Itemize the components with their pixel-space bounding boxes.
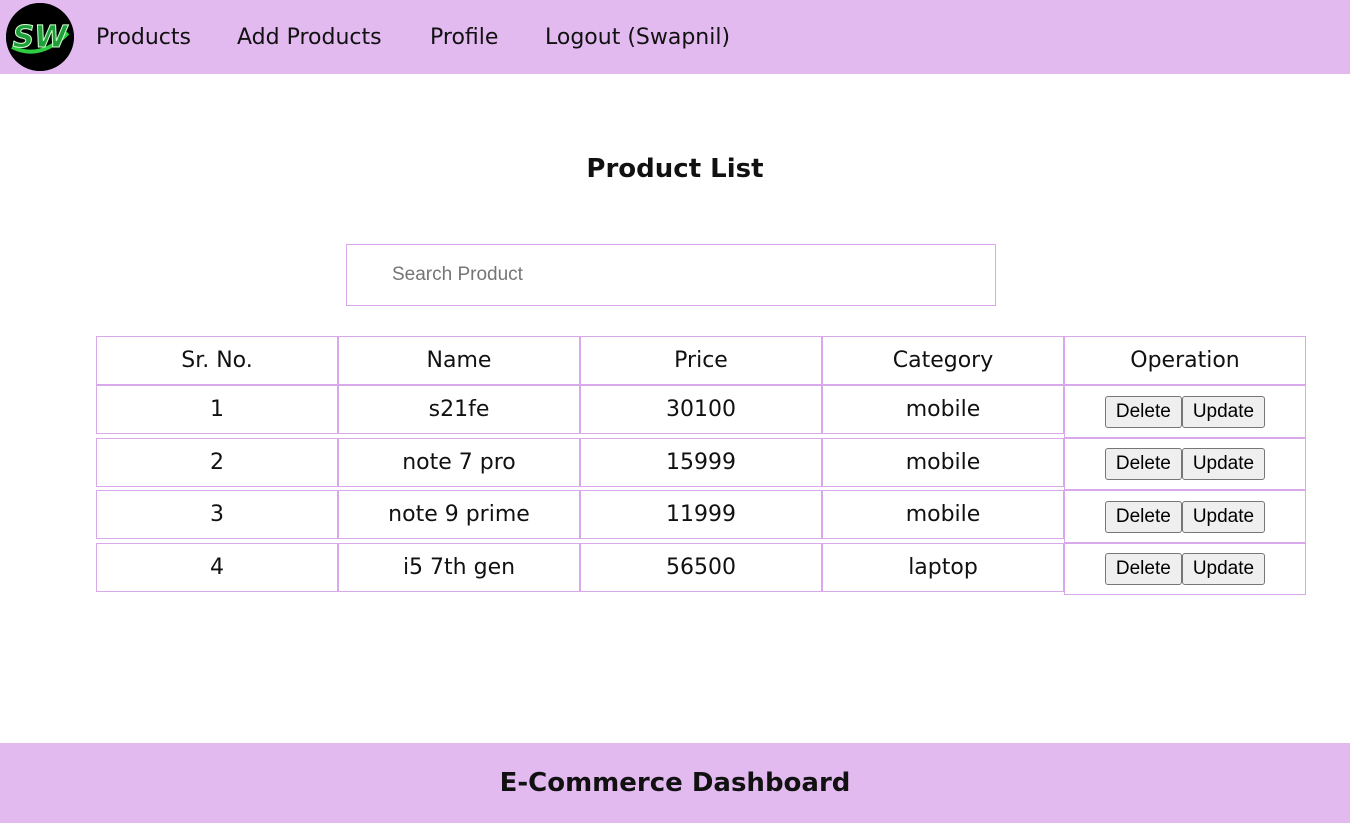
header-sr-no: Sr. No. (96, 336, 338, 385)
brand-logo-icon: SW (6, 3, 74, 71)
update-button[interactable]: Update (1181, 500, 1266, 533)
cell-sr-no: 3 (96, 490, 338, 539)
table-header-row: Sr. No. Name Price Category Operation (96, 336, 1306, 385)
cell-price: 11999 (580, 490, 822, 539)
cell-price: 30100 (580, 385, 822, 434)
cell-name: note 9 prime (338, 490, 580, 539)
cell-operation: Delete Update (1064, 438, 1306, 490)
cell-price: 56500 (580, 543, 822, 592)
page-title: Product List (586, 154, 764, 184)
cell-operation: Delete Update (1064, 490, 1306, 543)
delete-button[interactable]: Delete (1104, 395, 1182, 428)
cell-sr-no: 4 (96, 543, 338, 592)
nav-link-add-products[interactable]: Add Products (237, 22, 382, 54)
cell-category: mobile (822, 490, 1064, 539)
header-price: Price (580, 336, 822, 385)
nav-link-logout[interactable]: Logout (Swapnil) (545, 22, 730, 54)
update-button[interactable]: Update (1181, 553, 1266, 585)
cell-category: mobile (822, 438, 1064, 487)
table-row: 1 s21fe 30100 mobile Delete Update (96, 385, 1306, 438)
nav-link-profile[interactable]: Profile (430, 22, 498, 54)
cell-operation: Delete Update (1064, 385, 1306, 438)
table-row: 3 note 9 prime 11999 mobile Delete Updat… (96, 490, 1306, 543)
cell-operation: Delete Update (1064, 543, 1306, 595)
search-input[interactable] (346, 244, 996, 306)
nav-link-products[interactable]: Products (96, 22, 191, 54)
brand-logo[interactable]: SW (6, 3, 74, 71)
update-button[interactable]: Update (1181, 395, 1266, 428)
svg-text:SW: SW (13, 20, 70, 55)
cell-price: 15999 (580, 438, 822, 487)
delete-button[interactable]: Delete (1104, 500, 1182, 533)
delete-button[interactable]: Delete (1104, 448, 1182, 480)
header-category: Category (822, 336, 1064, 385)
footer: E-Commerce Dashboard (0, 743, 1350, 823)
footer-title: E-Commerce Dashboard (499, 768, 851, 798)
delete-button[interactable]: Delete (1104, 553, 1182, 585)
header-name: Name (338, 336, 580, 385)
cell-category: laptop (822, 543, 1064, 592)
top-navbar: SW Products Add Products Profile Logout … (0, 0, 1350, 74)
update-button[interactable]: Update (1181, 448, 1266, 480)
cell-sr-no: 1 (96, 385, 338, 434)
cell-name: note 7 pro (338, 438, 580, 487)
cell-name: s21fe (338, 385, 580, 434)
table-row: 2 note 7 pro 15999 mobile Delete Update (96, 438, 1306, 490)
cell-sr-no: 2 (96, 438, 338, 487)
cell-category: mobile (822, 385, 1064, 434)
table-row: 4 i5 7th gen 56500 laptop Delete Update (96, 543, 1306, 595)
cell-name: i5 7th gen (338, 543, 580, 592)
header-operation: Operation (1064, 336, 1306, 385)
